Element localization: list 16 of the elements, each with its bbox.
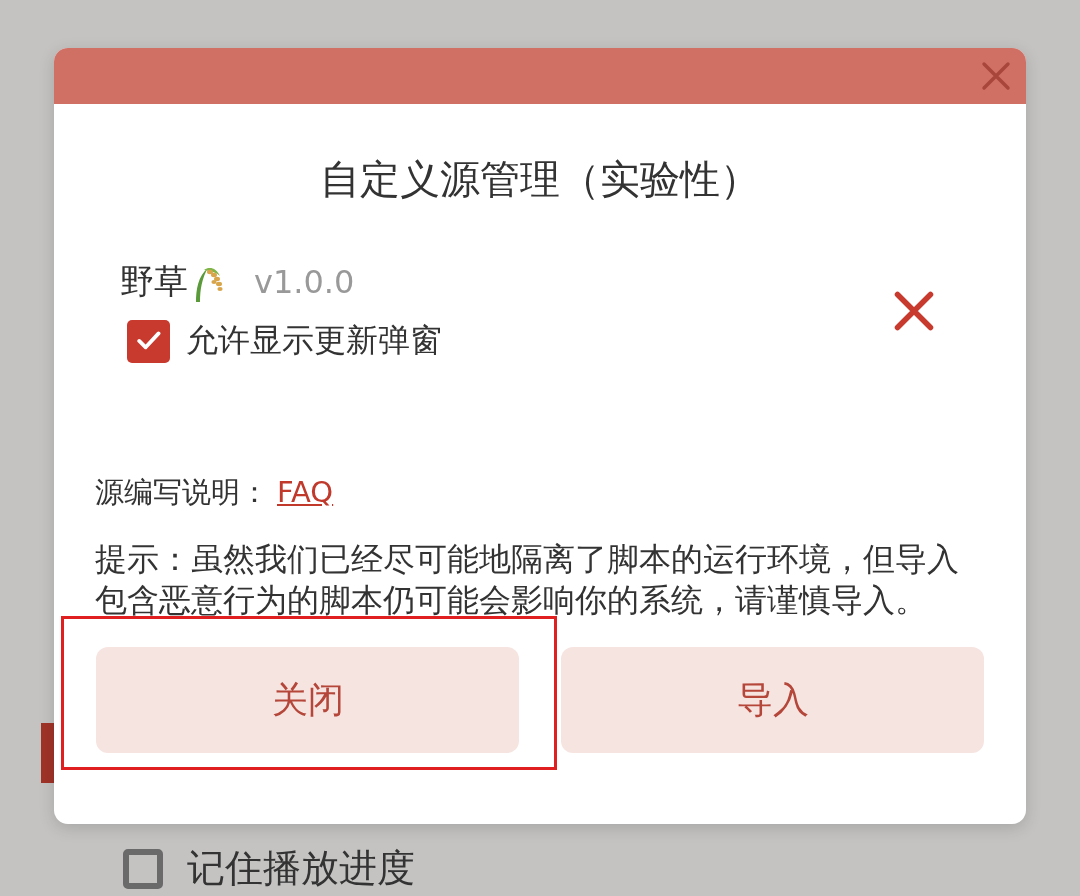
- accent-bar: [41, 723, 55, 783]
- option-label: 记住播放进度: [187, 845, 415, 892]
- warning-text: 提示：虽然我们已经尽可能地隔离了脚本的运行环境，但导入包含恶意行为的脚本仍可能会影响你的系统，请谨慎导入。: [95, 539, 960, 621]
- dialog-title: 自定义源管理（实验性）: [319, 155, 761, 204]
- close-icon: [980, 60, 1012, 92]
- delete-icon: [892, 289, 936, 333]
- delete-button[interactable]: [892, 289, 936, 333]
- dialog-button[interactable]: 关闭: [96, 647, 519, 753]
- checkbox[interactable]: [123, 848, 163, 889]
- checkbox-label: 允许显示更新弹窗: [186, 320, 442, 361]
- checkbox[interactable]: [127, 319, 170, 363]
- faq-link[interactable]: FAQ: [277, 475, 334, 509]
- dialog-button[interactable]: 导入: [561, 647, 984, 753]
- source-name: 野草: [120, 260, 188, 303]
- docs-label: 源编写说明：: [95, 474, 269, 511]
- source-version: v1.0.0: [254, 263, 355, 301]
